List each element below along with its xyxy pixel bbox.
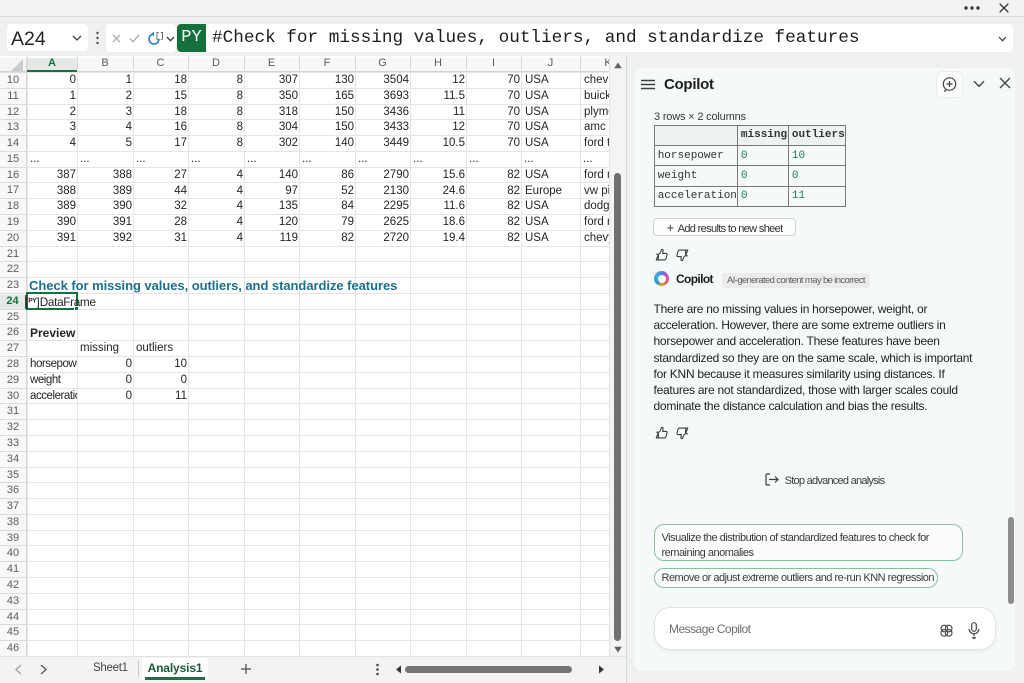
svg-text:[]: [] [155, 32, 163, 41]
